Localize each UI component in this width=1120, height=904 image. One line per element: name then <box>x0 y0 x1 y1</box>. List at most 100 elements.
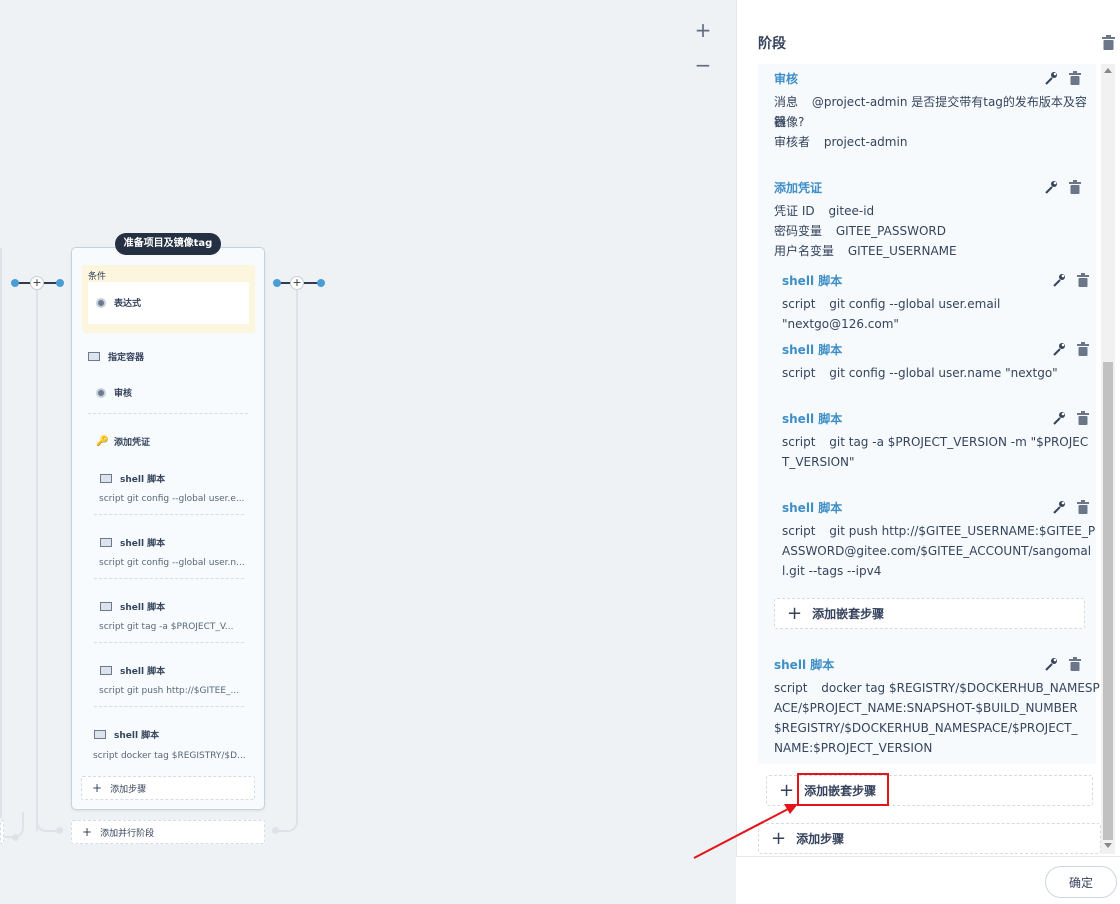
pipeline-canvas: + − + + 准备项目及镜像tag 条件 表达式 指定容器 审核 🔑 添加凭证… <box>0 0 736 904</box>
divider <box>94 642 244 643</box>
edit-icon[interactable] <box>1043 179 1059 195</box>
connector-dot <box>56 827 63 834</box>
review-icon <box>96 387 106 398</box>
field-value: git tag -a $PROJECT_VERSION -m "$PROJEC <box>829 435 1089 449</box>
steps-scroll-area[interactable]: 审核 消息 @project-admin 是否提交带有tag的发布版本及容器 镜… <box>758 64 1117 854</box>
username-variable: 用户名变量 GITEE_USERNAME <box>774 241 957 261</box>
review-item[interactable]: 审核 <box>96 386 132 399</box>
field-value: GITEE_USERNAME <box>847 244 957 258</box>
connector-dot <box>273 279 281 287</box>
condition-box[interactable]: 条件 表达式 <box>82 265 255 333</box>
zoom-in-button[interactable]: + <box>692 20 714 42</box>
shell-item-script: script git tag -a $PROJECT_V... <box>99 622 234 632</box>
credential-step-name[interactable]: 添加凭证 <box>774 179 822 196</box>
zoom-out-button[interactable]: − <box>692 55 714 77</box>
expression-label: 表达式 <box>114 299 142 309</box>
edit-icon[interactable] <box>1043 70 1059 86</box>
edit-icon[interactable] <box>1051 410 1067 426</box>
nested-step-script: script git config --global user.name "ne… <box>782 363 1058 383</box>
field-value: docker tag $REGISTRY/$DOCKERHUB_NAMESP <box>821 681 1100 695</box>
shell-item-name: shell 脚本 <box>120 539 166 549</box>
shell-item[interactable]: shell 脚本 <box>100 536 165 549</box>
credential-item[interactable]: 🔑 添加凭证 <box>96 435 150 448</box>
add-parallel-stage-button[interactable]: + 添加并行阶段 <box>71 820 265 844</box>
delete-icon[interactable] <box>1075 272 1091 288</box>
prev-stage-add-edge <box>0 820 4 844</box>
review-message-cont: 镜像? <box>774 115 805 129</box>
review-step-name[interactable]: 审核 <box>774 70 798 87</box>
connector-line <box>36 283 38 831</box>
field-value: gitee-id <box>828 204 875 218</box>
nested-step-script: script git push http://$GITEE_USERNAME:$… <box>782 521 1095 541</box>
container-item[interactable]: 指定容器 <box>88 350 144 363</box>
nested-step-name[interactable]: shell 脚本 <box>782 272 842 289</box>
add-step-label: 添加步骤 <box>110 784 147 795</box>
connector-dot <box>56 279 64 287</box>
delete-stage-icon[interactable] <box>1102 35 1115 50</box>
shell-item-name: shell 脚本 <box>114 731 160 741</box>
expression-item[interactable]: 表达式 <box>88 282 249 324</box>
shell-item[interactable]: shell 脚本 <box>100 664 165 677</box>
docker-step-script-cont: $REGISTRY/$DOCKERHUB_NAMESPACE/$PROJECT_ <box>774 721 1078 735</box>
nested-step-script: script git config --global user.email "n… <box>782 294 1117 334</box>
terminal-icon <box>100 602 112 611</box>
docker-step-script: script docker tag $REGISTRY/$DOCKERHUB_N… <box>774 678 1100 698</box>
field-value: @project-admin 是否提交带有tag的发布版本及容器 <box>774 95 1087 129</box>
nested-step-name[interactable]: shell 脚本 <box>782 341 842 358</box>
stage-panel: 阶段 审核 消息 @project-admin 是否提交带有tag的发布版本及容… <box>736 0 1120 904</box>
field-key: script <box>774 681 808 695</box>
edit-icon[interactable] <box>1051 341 1067 357</box>
nested-step-script-cont: T_VERSION" <box>782 455 855 469</box>
add-stage-icon[interactable]: + <box>290 276 304 290</box>
divider <box>94 514 244 515</box>
field-key: 密码变量 <box>774 224 823 238</box>
delete-icon[interactable] <box>1075 341 1091 357</box>
delete-icon[interactable] <box>1075 499 1091 515</box>
field-key: 审核者 <box>774 135 811 149</box>
delete-icon[interactable] <box>1067 70 1083 86</box>
plus-icon: + <box>82 825 93 839</box>
delete-icon[interactable] <box>1067 656 1083 672</box>
scrollbar-thumb[interactable] <box>1103 362 1113 840</box>
divider <box>88 413 248 414</box>
edit-icon[interactable] <box>1051 272 1067 288</box>
docker-step-name[interactable]: shell 脚本 <box>774 656 834 673</box>
shell-item[interactable]: shell 脚本 <box>100 472 165 485</box>
stage-title[interactable]: 准备项目及镜像tag <box>115 233 221 255</box>
shell-item[interactable]: shell 脚本 <box>100 600 165 613</box>
condition-label: 条件 <box>88 272 107 282</box>
shell-item[interactable]: shell 脚本 <box>94 728 159 741</box>
add-parallel-label: 添加并行阶段 <box>100 828 155 839</box>
scroll-down-icon[interactable] <box>1104 843 1112 848</box>
field-value: git push http://$GITEE_USERNAME:$GITEE_P <box>829 524 1096 538</box>
divider <box>94 706 244 707</box>
add-nested-step-button[interactable]: + 添加嵌套步骤 <box>774 598 1085 629</box>
credential-label: 添加凭证 <box>114 438 151 448</box>
nested-step-name[interactable]: shell 脚本 <box>782 499 842 516</box>
docker-step-script-cont: ACE/$PROJECT_NAME:SNAPSHOT-$BUILD_NUMBER <box>774 701 1078 715</box>
confirm-button[interactable]: 确定 <box>1045 866 1117 898</box>
terminal-icon <box>100 666 112 675</box>
edit-icon[interactable] <box>1043 656 1059 672</box>
delete-icon[interactable] <box>1067 179 1083 195</box>
password-variable: 密码变量 GITEE_PASSWORD <box>774 221 946 241</box>
connector-line <box>296 283 298 816</box>
shell-item-name: shell 脚本 <box>120 475 166 485</box>
field-key: script <box>782 435 816 449</box>
scroll-up-icon[interactable] <box>1104 68 1112 73</box>
edit-icon[interactable] <box>1051 499 1067 515</box>
stage-card[interactable]: 条件 表达式 指定容器 审核 🔑 添加凭证 shell 脚本 script gi… <box>71 247 265 810</box>
connector-curve <box>36 812 56 832</box>
add-step-button[interactable]: + 添加步骤 <box>81 776 255 800</box>
shell-item-script: script git config --global user.n... <box>99 558 244 568</box>
terminal-icon <box>100 538 112 547</box>
field-value: GITEE_PASSWORD <box>835 224 946 238</box>
terminal-icon <box>94 730 106 739</box>
add-stage-icon[interactable]: + <box>30 276 44 290</box>
panel-title: 阶段 <box>758 36 786 52</box>
shell-item-name: shell 脚本 <box>120 603 166 613</box>
delete-icon[interactable] <box>1075 410 1091 426</box>
container-icon <box>88 352 100 361</box>
add-nested-step-label: 添加嵌套步骤 <box>812 607 885 621</box>
nested-step-name[interactable]: shell 脚本 <box>782 410 842 427</box>
